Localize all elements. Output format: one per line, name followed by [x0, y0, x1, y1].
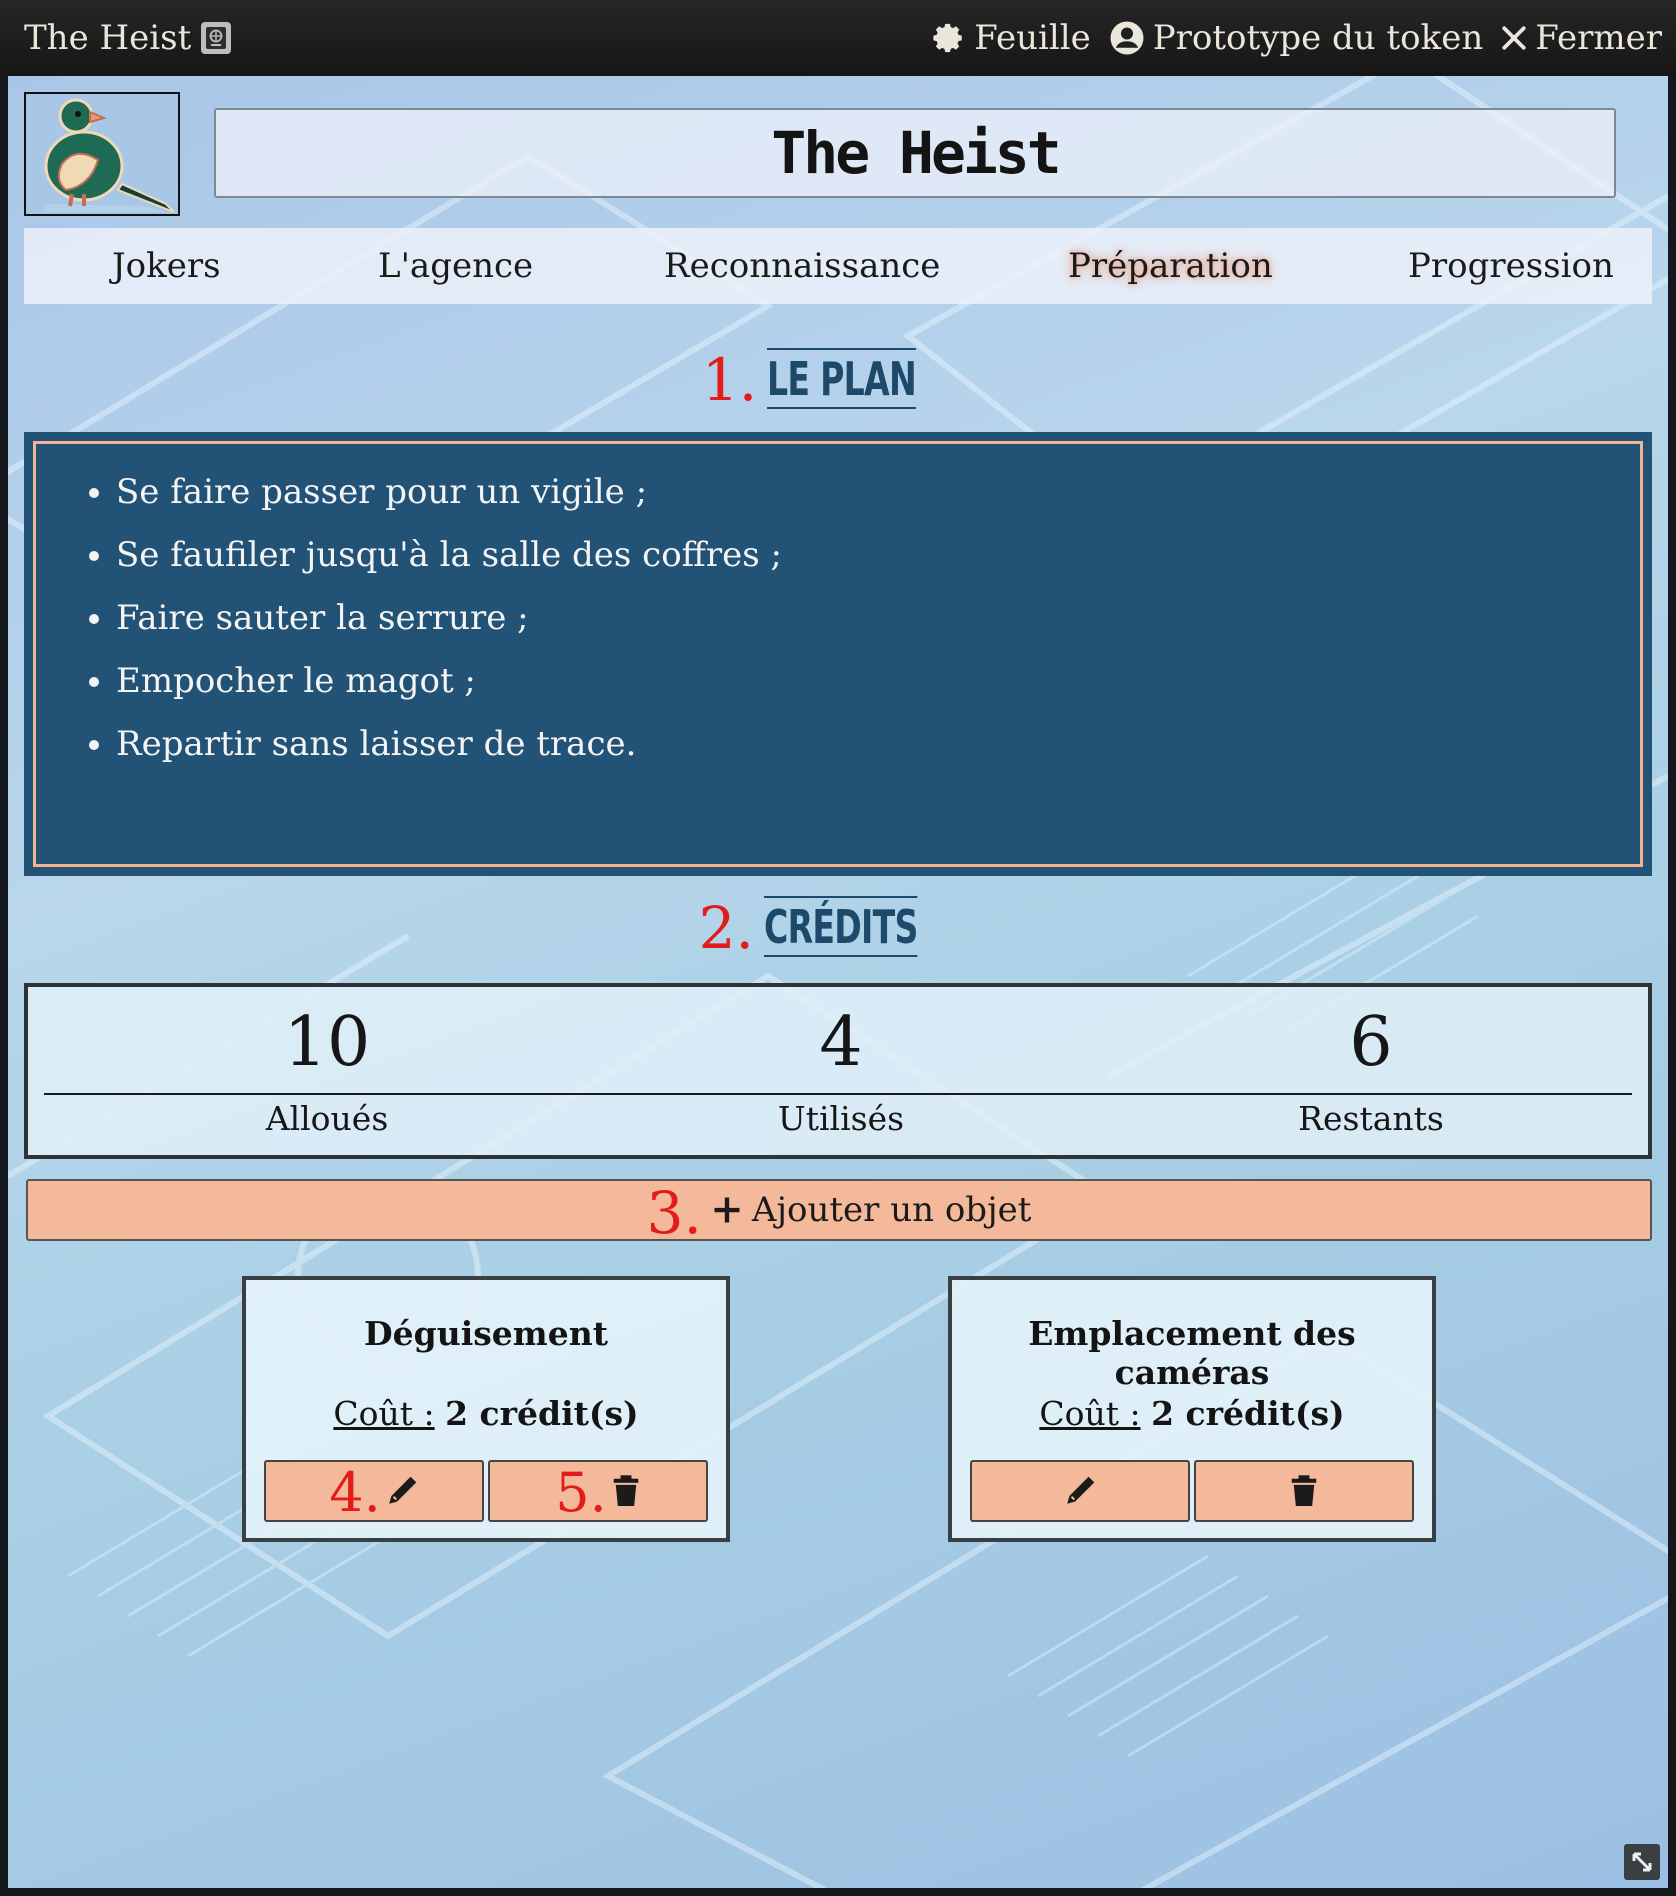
resize-handle[interactable] — [1624, 1844, 1660, 1880]
plan-step: Faire sauter la serrure ; — [116, 598, 1640, 661]
tab-agence[interactable]: L'agence — [378, 228, 533, 304]
credits-allocated-value[interactable]: 10 — [62, 1009, 592, 1077]
plan-box[interactable]: Se faire passer pour un vigile ; Se fauf… — [24, 432, 1652, 876]
annotation-4: 4. — [329, 1461, 381, 1524]
credits-divider — [44, 1093, 1632, 1095]
tab-progression[interactable]: Progression — [1408, 228, 1614, 304]
actor-name-field[interactable]: The Heist — [214, 108, 1616, 198]
credits-allocated-label: Alloués — [265, 1099, 389, 1138]
token-prototype-button[interactable]: Prototype du token — [1109, 18, 1484, 58]
resize-icon — [1632, 1852, 1652, 1872]
close-button[interactable]: Fermer — [1501, 18, 1662, 58]
plan-step: Se faufiler jusqu'à la salle des coffres… — [116, 535, 1640, 598]
item-card: Emplacement des caméras Coût : 2 crédit(… — [948, 1276, 1436, 1542]
delete-item-button[interactable]: 5. — [488, 1460, 708, 1522]
credits-panel: 10 Alloués 4 Utilisés 6 Restants — [24, 983, 1652, 1159]
window-titlebar[interactable]: The Heist Feuille Prototype du token Fer… — [0, 0, 1676, 76]
plan-title: LE PLAN — [767, 348, 917, 409]
credits-used-label: Utilisés — [777, 1099, 905, 1138]
trash-icon — [1291, 1475, 1317, 1506]
credits-title: CRÉDITS — [763, 896, 918, 957]
item-cost-value: 2 crédit(s) — [445, 1394, 639, 1433]
annotation-3: 3. — [646, 1179, 702, 1247]
plan-step: Se faire passer pour un vigile ; — [116, 472, 1640, 535]
close-label: Fermer — [1535, 18, 1662, 58]
close-icon — [1502, 26, 1526, 50]
sheet-config-button[interactable]: Feuille — [932, 18, 1091, 58]
credits-remaining-value: 6 — [1349, 1003, 1393, 1082]
sheet-tabs: Jokers L'agence Reconnaissance Préparati… — [24, 228, 1652, 304]
item-cost: Coût : 2 crédit(s) — [952, 1394, 1432, 1433]
sheet-content: The Heist Jokers L'agence Reconnaissance… — [8, 76, 1668, 1888]
window-title: The Heist — [24, 18, 192, 58]
annotation-1: 1. — [701, 345, 758, 414]
pencil-icon — [389, 1476, 417, 1504]
annotation-2: 2. — [698, 893, 754, 962]
plus-icon — [714, 1197, 740, 1223]
tab-preparation[interactable]: Préparation — [1068, 228, 1273, 304]
user-circle-icon — [1110, 21, 1144, 55]
add-item-label: Ajouter un objet — [751, 1190, 1032, 1230]
item-cost-value: 2 crédit(s) — [1151, 1394, 1345, 1433]
plan-step: Empocher le magot ; — [116, 661, 1640, 724]
edit-item-button[interactable] — [970, 1460, 1190, 1522]
tab-jokers[interactable]: Jokers — [112, 228, 221, 304]
plan-heading: 1. LE PLAN — [8, 348, 1668, 409]
annotation-5: 5. — [555, 1461, 607, 1524]
credits-remaining-label: Restants — [1298, 1099, 1444, 1138]
credits-used-value: 4 — [819, 1003, 863, 1082]
passport-icon[interactable] — [201, 22, 232, 54]
sheet-config-label: Feuille — [974, 18, 1091, 58]
item-cost-label: Coût : — [1039, 1394, 1141, 1433]
item-cost-label: Coût : — [333, 1394, 435, 1433]
edit-item-button[interactable]: 4. — [264, 1460, 484, 1522]
tab-reconnaissance[interactable]: Reconnaissance — [664, 228, 940, 304]
actor-portrait[interactable] — [24, 92, 180, 216]
trash-icon — [613, 1475, 639, 1506]
pencil-icon — [1067, 1476, 1095, 1504]
sheet-window: The Heist Feuille Prototype du token Fer… — [0, 0, 1676, 1896]
credits-heading: 2. CRÉDITS — [8, 896, 1668, 957]
item-name: Déguisement — [364, 1314, 608, 1353]
plan-step: Repartir sans laisser de trace. — [116, 724, 1640, 787]
item-name: Emplacement des caméras — [1028, 1314, 1356, 1392]
plan-editor[interactable]: Se faire passer pour un vigile ; Se fauf… — [33, 441, 1643, 867]
item-cost: Coût : 2 crédit(s) — [246, 1394, 726, 1433]
magpie-portrait-image — [44, 98, 175, 213]
add-item-button[interactable]: 3. Ajouter un objet — [26, 1179, 1652, 1247]
gear-icon — [933, 23, 962, 53]
token-prototype-label: Prototype du token — [1152, 18, 1484, 58]
plan-list: Se faire passer pour un vigile ; Se fauf… — [36, 444, 1640, 787]
item-card: Déguisement Coût : 2 crédit(s) 4. 5. — [242, 1276, 730, 1542]
delete-item-button[interactable] — [1194, 1460, 1414, 1522]
